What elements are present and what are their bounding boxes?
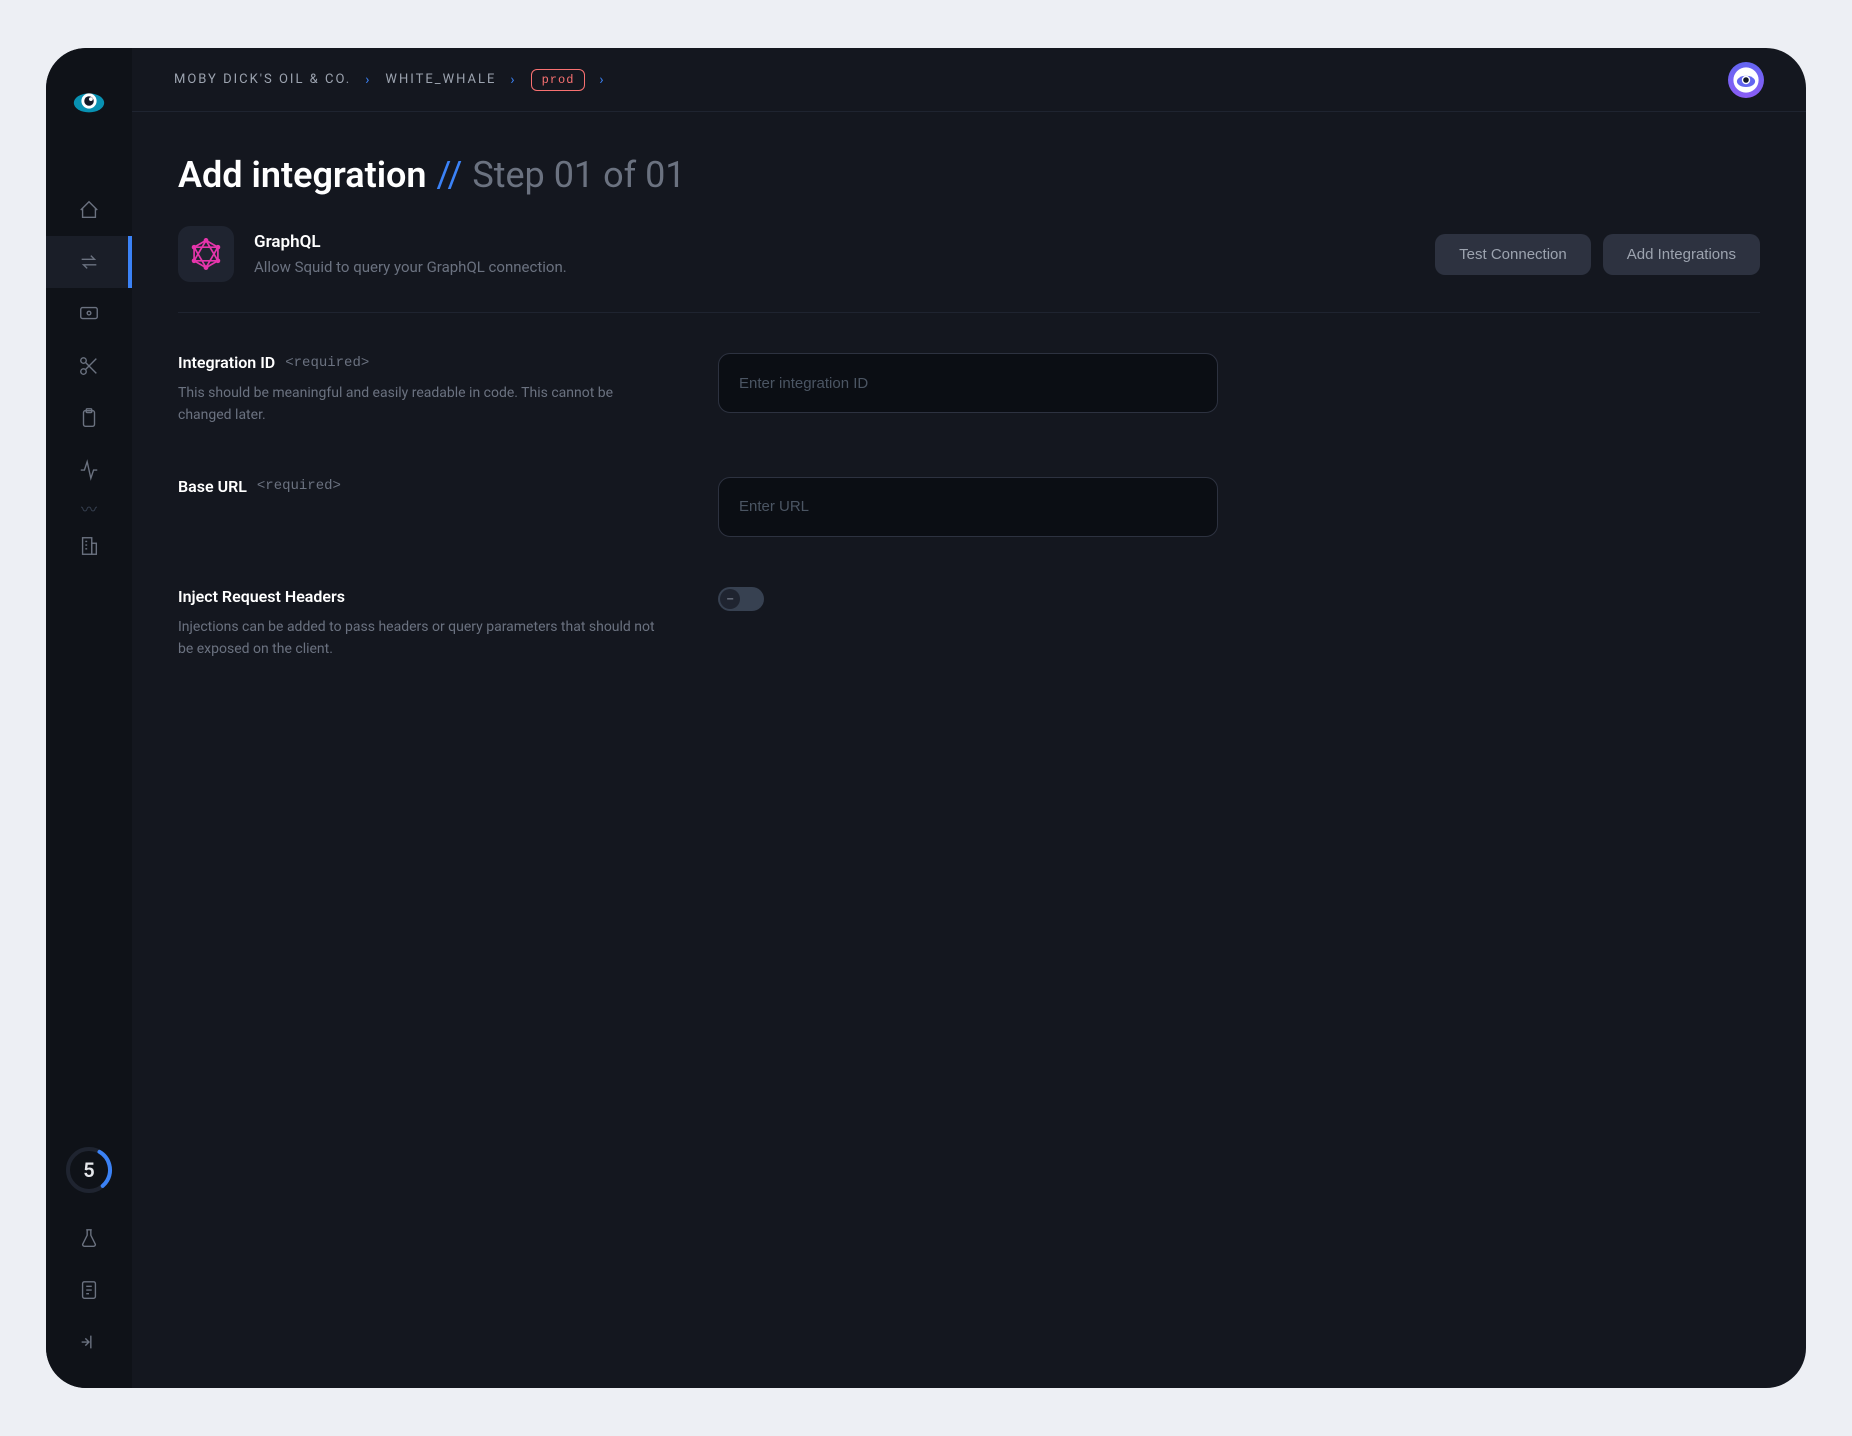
home-icon (78, 199, 100, 221)
clipboard-icon (78, 407, 100, 429)
user-avatar[interactable] (1728, 62, 1764, 98)
nav-integrations[interactable] (46, 236, 132, 288)
topbar: MOBY DICK'S OIL & CO. › WHITE_WHALE › pr… (132, 48, 1806, 112)
inject-headers-label-text: Inject Request Headers (178, 587, 345, 606)
toggle-knob: – (720, 589, 740, 609)
page-title-text: Add integration (178, 154, 427, 196)
integration-id-help: This should be meaningful and easily rea… (178, 382, 658, 427)
page-title: Add integration // Step 01 of 01 (178, 154, 1760, 196)
nav-home[interactable] (46, 184, 132, 236)
add-integrations-button[interactable]: Add Integrations (1603, 234, 1760, 275)
inject-headers-label-col: Inject Request Headers Injections can be… (178, 587, 658, 661)
integration-id-input-col (718, 353, 1218, 427)
nav-collapse[interactable] (46, 1316, 132, 1368)
nav-building[interactable] (46, 520, 132, 572)
base-url-input-col (718, 477, 1218, 537)
integration-description: Allow Squid to query your GraphQL connec… (254, 258, 567, 276)
base-url-label-col: Base URL <required> (178, 477, 658, 537)
app-logo[interactable] (70, 82, 108, 124)
integration-info: GraphQL Allow Squid to query your GraphQ… (178, 226, 567, 282)
page-title-separator: // (437, 154, 463, 196)
integration-id-row: Integration ID <required> This should be… (178, 353, 1760, 427)
building-icon (78, 535, 100, 557)
progress-badge[interactable]: 5 (65, 1146, 113, 1194)
graphql-icon (178, 226, 234, 282)
inject-headers-toggle[interactable]: – (718, 587, 764, 611)
chevron-right-icon: › (510, 72, 516, 88)
inject-headers-row: Inject Request Headers Injections can be… (178, 587, 1760, 661)
inject-headers-help: Injections can be added to pass headers … (178, 616, 658, 661)
nav-divider (69, 504, 109, 512)
swap-horizontal-icon (78, 251, 100, 273)
app-frame: 5 MOBY DICK'S OIL & CO. › WHITE_WHALE › … (46, 48, 1806, 1388)
integration-id-input[interactable] (718, 353, 1218, 413)
nav-secondary (46, 520, 132, 572)
breadcrumb-project[interactable]: WHITE_WHALE (385, 72, 496, 87)
integration-id-label-text: Integration ID (178, 353, 275, 372)
required-tag: <required> (257, 478, 341, 494)
breadcrumb: MOBY DICK'S OIL & CO. › WHITE_WHALE › pr… (174, 69, 606, 91)
integration-text: GraphQL Allow Squid to query your GraphQ… (254, 232, 567, 276)
monitor-icon (78, 303, 100, 325)
integration-id-label-col: Integration ID <required> This should be… (178, 353, 658, 427)
action-buttons: Test Connection Add Integrations (1435, 234, 1760, 275)
page-content: Add integration // Step 01 of 01 (132, 112, 1806, 753)
scissors-icon (78, 355, 100, 377)
flask-icon (78, 1227, 100, 1249)
required-tag: <required> (285, 355, 369, 371)
inject-headers-label: Inject Request Headers (178, 587, 658, 606)
integration-id-label: Integration ID <required> (178, 353, 658, 372)
base-url-label-text: Base URL (178, 477, 247, 496)
chevron-right-icon: › (365, 72, 371, 88)
base-url-row: Base URL <required> (178, 477, 1760, 537)
nav-snippets[interactable] (46, 288, 132, 340)
form-section: Integration ID <required> This should be… (178, 353, 1760, 661)
nav-bottom (46, 1212, 132, 1388)
nav-branches[interactable] (46, 340, 132, 392)
collapse-icon (78, 1331, 100, 1353)
nav-primary (46, 184, 132, 496)
chevron-right-icon: › (599, 72, 605, 88)
nav-clipboard[interactable] (46, 392, 132, 444)
activity-icon (78, 459, 100, 481)
base-url-input[interactable] (718, 477, 1218, 537)
inject-headers-input-col: – (718, 587, 1218, 661)
integration-name: GraphQL (254, 232, 567, 252)
test-connection-button[interactable]: Test Connection (1435, 234, 1591, 275)
eye-logo-icon (70, 82, 108, 120)
nav-lab[interactable] (46, 1212, 132, 1264)
breadcrumb-org[interactable]: MOBY DICK'S OIL & CO. (174, 72, 351, 87)
main-content: MOBY DICK'S OIL & CO. › WHITE_WHALE › pr… (132, 48, 1806, 1388)
progress-count: 5 (83, 1158, 94, 1182)
sidebar: 5 (46, 48, 132, 1388)
nav-docs[interactable] (46, 1264, 132, 1316)
env-badge[interactable]: prod (531, 69, 586, 91)
base-url-label: Base URL <required> (178, 477, 658, 496)
page-title-step: Step 01 of 01 (472, 154, 685, 196)
integration-header: GraphQL Allow Squid to query your GraphQ… (178, 226, 1760, 313)
document-icon (78, 1279, 100, 1301)
avatar-eye-icon (1732, 66, 1760, 94)
nav-activity[interactable] (46, 444, 132, 496)
